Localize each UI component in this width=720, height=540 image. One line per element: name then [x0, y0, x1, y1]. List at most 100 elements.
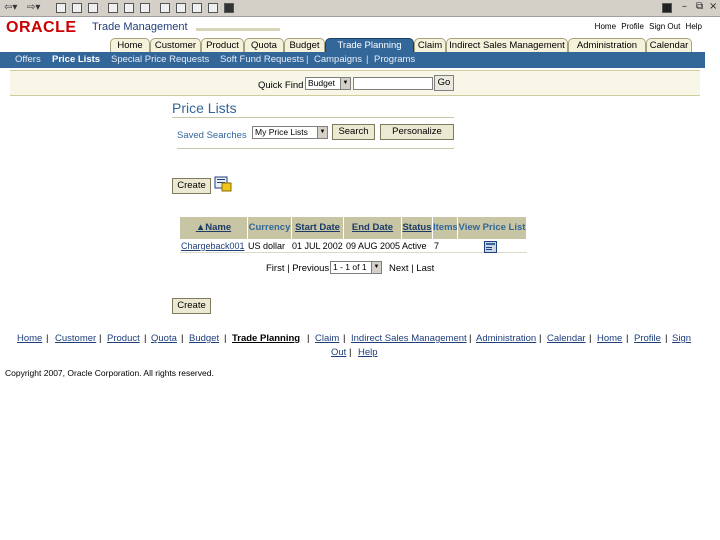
- restore-icon[interactable]: ⧉: [696, 1, 703, 12]
- cell-start-date: 01 JUL 2002: [292, 241, 343, 251]
- footer-link-customer[interactable]: Customer: [55, 333, 96, 344]
- footer-link-trade-planning[interactable]: Trade Planning: [232, 333, 300, 344]
- global-link-home[interactable]: Home: [595, 22, 616, 31]
- global-link-sign-out[interactable]: Sign Out: [649, 22, 680, 31]
- quick-find-label: Quick Find: [258, 80, 304, 91]
- footer-separator: |: [181, 333, 184, 344]
- personalize-button[interactable]: Personalize: [380, 124, 454, 140]
- tab-product[interactable]: Product: [201, 38, 244, 52]
- column-header-start-date[interactable]: Start Date: [292, 217, 344, 239]
- create-button-bottom[interactable]: Create: [172, 298, 211, 314]
- pagination-range-select[interactable]: 1 - 1 of 1 ▼: [330, 261, 382, 274]
- footer-link-sign-out[interactable]: Sign: [672, 333, 691, 344]
- subnav-separator: |: [366, 54, 369, 65]
- view-price-list-icon[interactable]: [484, 241, 497, 253]
- column-header-currency: Currency: [248, 217, 292, 239]
- saved-search-selected-value: My Price Lists: [255, 127, 308, 137]
- subnav-offers[interactable]: Offers: [15, 54, 41, 66]
- subnav-special-price-requests[interactable]: Special Price Requests: [111, 54, 209, 66]
- go-button[interactable]: Go: [434, 75, 454, 91]
- footer-link-indirect-sales-management[interactable]: Indirect Sales Management: [351, 333, 467, 344]
- close-icon[interactable]: ×: [709, 1, 717, 12]
- tab-quota[interactable]: Quota: [244, 38, 284, 52]
- tab-home[interactable]: Home: [110, 38, 150, 52]
- footer-link-help[interactable]: Help: [358, 347, 378, 358]
- copyright-notice: Copyright 2007, Oracle Corporation. All …: [5, 368, 214, 378]
- mail-icon[interactable]: [160, 3, 170, 13]
- discuss-icon[interactable]: [208, 3, 218, 13]
- pagination-first-previous[interactable]: First | Previous: [266, 263, 329, 274]
- global-link-help[interactable]: Help: [686, 22, 702, 31]
- create-button-top[interactable]: Create: [172, 178, 211, 194]
- footer-link-profile[interactable]: Profile: [634, 333, 661, 344]
- cell-status: Active: [402, 241, 427, 251]
- edit-icon[interactable]: [192, 3, 202, 13]
- minimize-icon[interactable]: –: [682, 1, 687, 12]
- dropdown-arrow-icon: ▼: [340, 78, 350, 89]
- product-name: Trade Management: [92, 21, 188, 33]
- page-title: Price Lists: [172, 100, 237, 116]
- home-icon[interactable]: [88, 3, 98, 13]
- quick-find-select[interactable]: Budget ▼: [305, 77, 351, 90]
- create-document-icon[interactable]: [214, 176, 232, 192]
- footer-link-product[interactable]: Product: [107, 333, 140, 344]
- footer-separator: |: [539, 333, 542, 344]
- footer-separator: |: [589, 333, 592, 344]
- footer-separator: |: [307, 333, 310, 344]
- global-links: Home Profile Sign Out Help: [592, 22, 702, 31]
- footer-link-administration[interactable]: Administration: [476, 333, 536, 344]
- tab-customer[interactable]: Customer: [150, 38, 201, 52]
- saved-searches-label: Saved Searches: [177, 130, 247, 141]
- pagination-next-last[interactable]: Next | Last: [389, 263, 434, 274]
- footer-link-calendar[interactable]: Calendar: [547, 333, 586, 344]
- forward-arrow-icon[interactable]: ⇨▾: [27, 2, 40, 14]
- footer-separator: |: [46, 333, 49, 344]
- footer-link-quota[interactable]: Quota: [151, 333, 177, 344]
- footer-link-sign-out-continued[interactable]: Out: [331, 347, 346, 358]
- footer-separator: |: [144, 333, 147, 344]
- favorites-icon[interactable]: [124, 3, 134, 13]
- oracle-logo: ORACLE: [6, 19, 77, 36]
- subnav-campaigns[interactable]: Campaigns: [314, 54, 362, 66]
- subnav-soft-fund-requests[interactable]: Soft Fund Requests: [220, 54, 304, 66]
- global-link-profile[interactable]: Profile: [621, 22, 644, 31]
- footer-separator: |: [665, 333, 668, 344]
- tab-calendar[interactable]: Calendar: [646, 38, 692, 52]
- column-header-view-price-list: View Price List: [458, 217, 527, 239]
- saved-searches-select[interactable]: My Price Lists ▼: [252, 126, 328, 139]
- tab-indirect-sales-management[interactable]: Indirect Sales Management: [446, 38, 568, 52]
- messenger-icon[interactable]: [224, 3, 234, 13]
- subnav-price-lists[interactable]: Price Lists: [52, 54, 100, 66]
- header-rule: [196, 28, 280, 31]
- pagination-range-value: 1 - 1 of 1: [333, 262, 367, 272]
- tab-budget[interactable]: Budget: [284, 38, 325, 52]
- tab-claim[interactable]: Claim: [414, 38, 446, 52]
- refresh-icon[interactable]: [72, 3, 82, 13]
- stop-icon[interactable]: [56, 3, 66, 13]
- column-header-end-date[interactable]: End Date: [344, 217, 402, 239]
- back-arrow-icon[interactable]: ⇦▾: [4, 2, 17, 14]
- tab-trade-planning[interactable]: Trade Planning: [325, 38, 414, 52]
- print-icon[interactable]: [176, 3, 186, 13]
- footer-link-budget[interactable]: Budget: [189, 333, 219, 344]
- quick-find-input[interactable]: [353, 77, 433, 90]
- cell-name-link[interactable]: Chargeback001: [181, 240, 247, 252]
- column-header-items: Items: [433, 217, 458, 239]
- search-icon[interactable]: [108, 3, 118, 13]
- quick-find-bar: Quick Find Budget ▼ Go: [10, 70, 700, 96]
- footer-links: Home | Customer | Product | Quota | Budg…: [0, 333, 720, 363]
- history-icon[interactable]: [140, 3, 150, 13]
- dropdown-arrow-icon: ▼: [371, 262, 381, 273]
- subnav-bar: Offers Price Lists Special Price Request…: [0, 52, 705, 68]
- tab-administration[interactable]: Administration: [568, 38, 646, 52]
- column-header-status[interactable]: Status: [402, 217, 433, 239]
- search-button[interactable]: Search: [332, 124, 375, 140]
- browser-toolbar: ⇦▾ ⇨▾ – ⧉ ×: [0, 0, 720, 17]
- footer-link-home-2[interactable]: Home: [597, 333, 622, 344]
- footer-link-claim[interactable]: Claim: [315, 333, 339, 344]
- footer-separator: |: [343, 333, 346, 344]
- footer-link-home[interactable]: Home: [17, 333, 42, 344]
- windows-logo-icon: [662, 3, 672, 13]
- column-header-name[interactable]: ▲Name: [180, 217, 248, 239]
- subnav-programs[interactable]: Programs: [374, 54, 415, 66]
